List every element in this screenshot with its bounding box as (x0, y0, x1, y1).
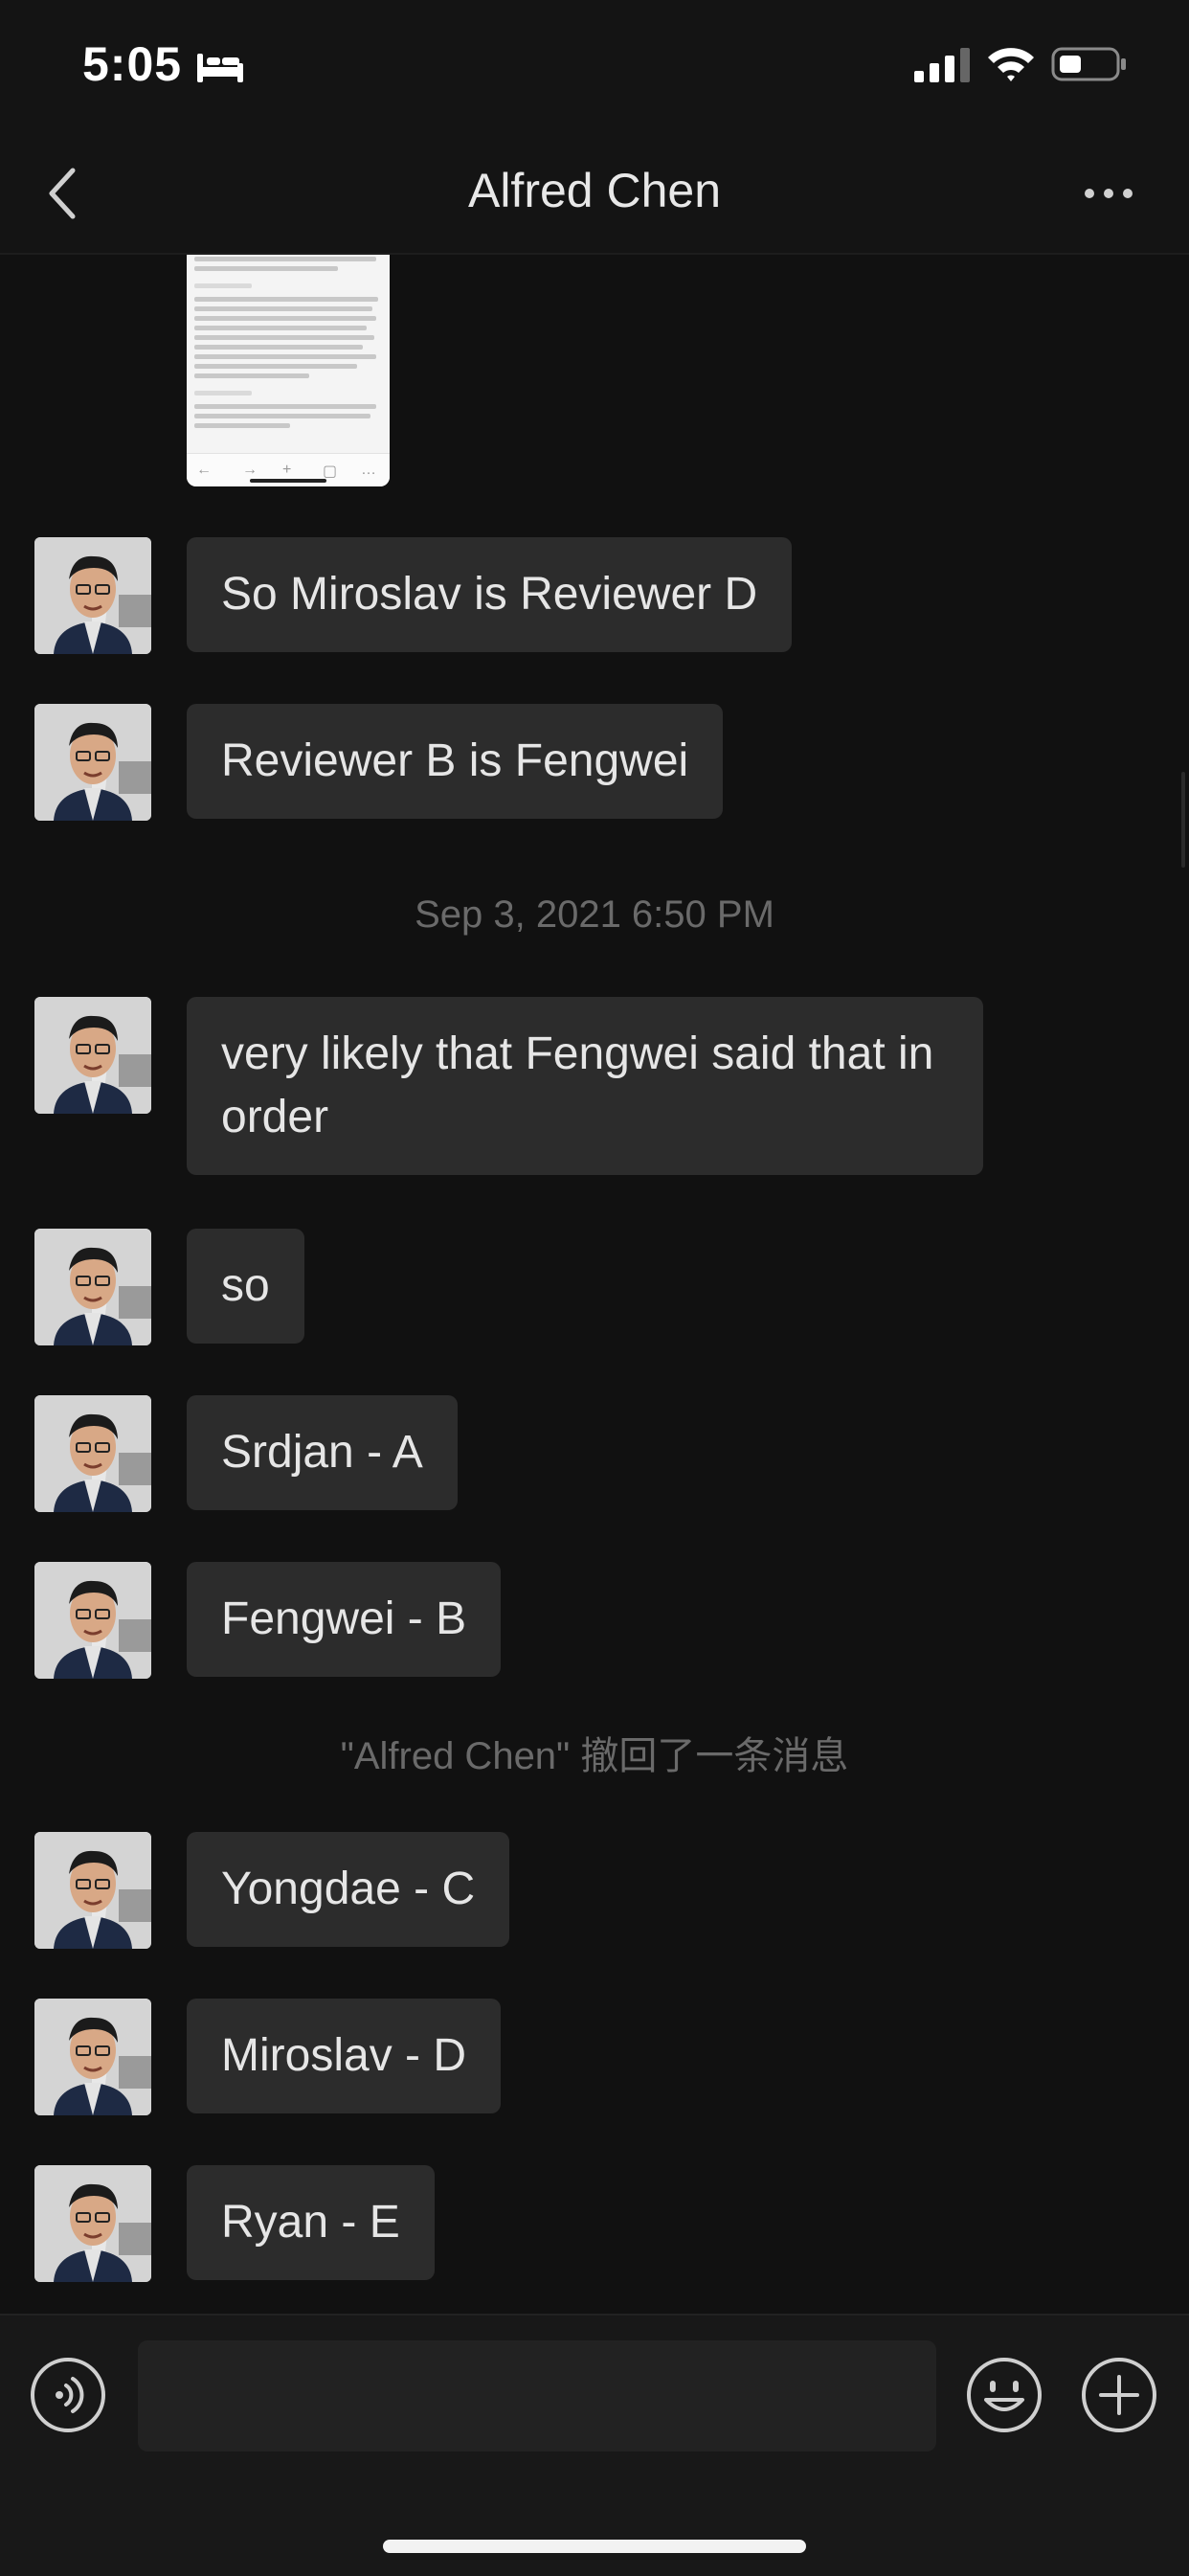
recall-notice: "Alfred Chen" 撤回了一条消息 (340, 1735, 849, 1777)
more-icon[interactable] (1080, 182, 1137, 205)
home-indicator[interactable] (383, 2540, 806, 2553)
plus-icon[interactable] (1080, 2356, 1158, 2434)
message-bubble[interactable]: Yongdae - C (187, 1832, 510, 1947)
message-bubble[interactable]: Reviewer B is Fengwei (187, 704, 724, 819)
voice-icon[interactable] (29, 2356, 107, 2434)
avatar[interactable] (34, 1832, 151, 1949)
bed-icon (197, 54, 243, 82)
message-bubble[interactable]: So Miroslav is Reviewer D (187, 537, 793, 652)
chat-title: Alfred Chen (467, 164, 722, 217)
status-time: 5:05 (82, 37, 183, 91)
message-bubble[interactable]: Miroslav - D (187, 1999, 502, 2113)
scrollbar[interactable] (1181, 772, 1185, 868)
avatar[interactable] (34, 2165, 151, 2282)
chat-history[interactable]: ← → + ▢ … So Miroslav is Reviewer D Revi… (0, 255, 1189, 2314)
wifi-icon (988, 48, 1034, 81)
avatar[interactable] (34, 1395, 151, 1512)
avatar[interactable] (34, 537, 151, 654)
message-input[interactable] (138, 2340, 936, 2452)
status-bar: 5:05 (0, 0, 1189, 134)
avatar[interactable] (34, 704, 151, 821)
thumbnail-toolbar: ← → + ▢ … (187, 453, 390, 486)
avatar[interactable] (34, 1229, 151, 1345)
timestamp: Sep 3, 2021 6:50 PM (415, 893, 774, 936)
message-bubble[interactable]: very likely that Fengwei said that in or… (187, 997, 983, 1175)
avatar[interactable] (34, 1999, 151, 2115)
message-bubble[interactable]: so (187, 1229, 304, 1344)
avatar[interactable] (34, 1562, 151, 1679)
battery-icon (1051, 47, 1126, 81)
signal-icon (914, 48, 970, 82)
avatar[interactable] (34, 997, 151, 1114)
chat-header: Alfred Chen (0, 134, 1189, 255)
message-bubble[interactable]: Ryan - E (187, 2165, 435, 2280)
screenshot-image-message[interactable]: ← → + ▢ … (187, 255, 390, 486)
emoji-icon[interactable] (965, 2356, 1043, 2434)
message-bubble[interactable]: Srdjan - A (187, 1395, 458, 1510)
message-bubble[interactable]: Fengwei - B (187, 1562, 502, 1677)
input-bar (0, 2314, 1189, 2576)
